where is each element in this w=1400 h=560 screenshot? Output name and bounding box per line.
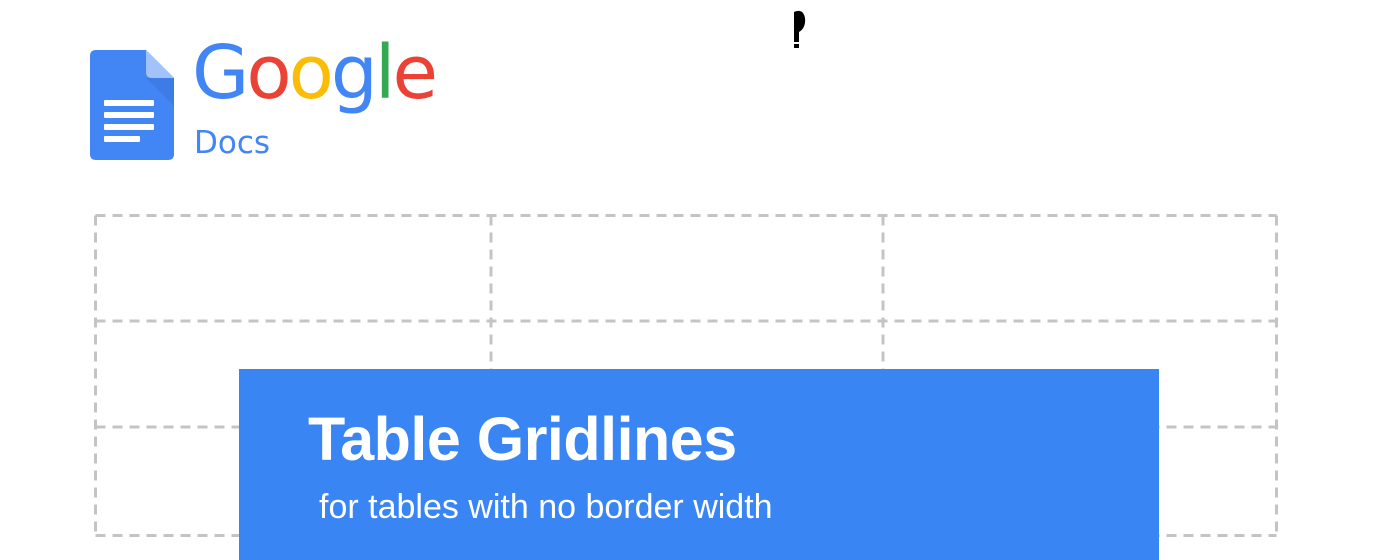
wordmark-letter: l <box>374 30 395 116</box>
wordmark-letter: o <box>288 30 334 116</box>
card-subtitle: for tables with no border width <box>319 488 773 526</box>
wordmark-letter: G <box>192 30 249 116</box>
partial-glyph-icon <box>794 10 806 48</box>
google-docs-logo: Google Docs <box>90 36 438 168</box>
wordmark-letter: e <box>392 30 437 116</box>
google-wordmark: Google <box>192 30 438 116</box>
product-name: Docs <box>194 125 271 161</box>
wordmark-letter: g <box>330 30 378 116</box>
google-docs-icon <box>90 50 174 160</box>
title-card: Table Gridlines for tables with no borde… <box>239 369 1159 560</box>
card-title: Table Gridlines <box>308 405 737 473</box>
wordmark-letter: o <box>246 30 291 116</box>
